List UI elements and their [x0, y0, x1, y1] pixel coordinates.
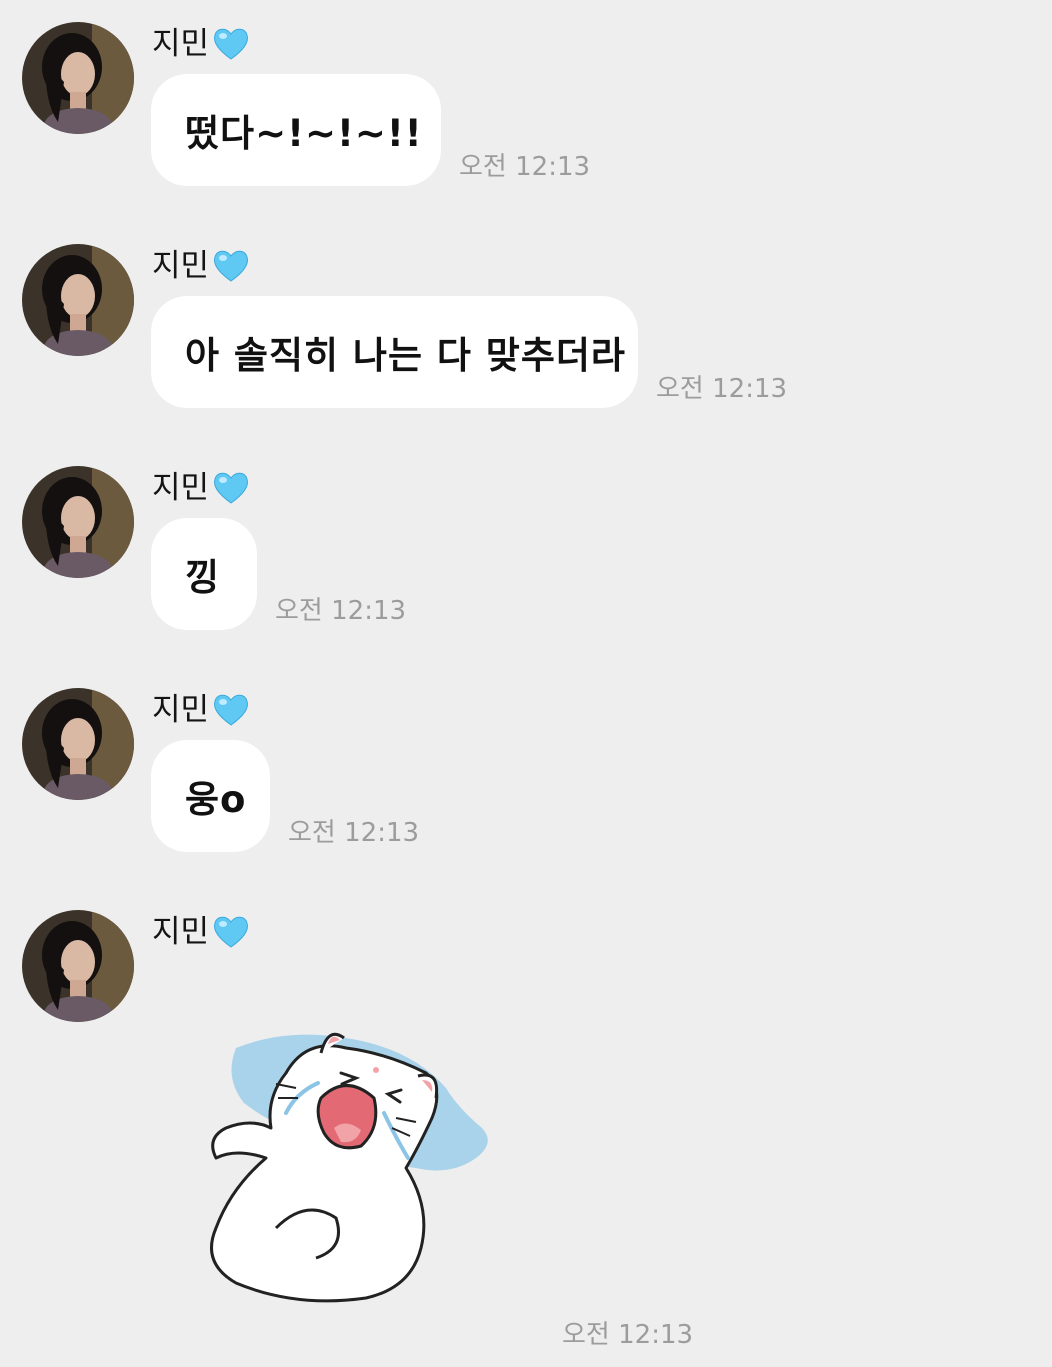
message-timestamp: 오전 12:13	[275, 596, 407, 626]
message-timestamp: 오전 12:13	[656, 374, 788, 404]
avatar[interactable]	[22, 466, 134, 578]
avatar[interactable]	[22, 244, 134, 356]
sender-name: 지민	[152, 914, 210, 950]
message-text: 낑	[185, 556, 221, 599]
message-bubble[interactable]: 낑	[151, 518, 257, 630]
sender-label: 지민	[152, 24, 251, 64]
avatar[interactable]	[22, 910, 134, 1022]
message-text: 웅o	[185, 778, 247, 821]
blue-heart-icon	[211, 468, 251, 508]
blue-heart-icon	[211, 912, 251, 952]
message-timestamp: 오전 12:13	[562, 1320, 694, 1350]
message-bubble[interactable]: 웅o	[151, 740, 270, 852]
message-text: 아 솔직히 나는 다 맞추더라	[185, 334, 626, 377]
message-timestamp: 오전 12:13	[459, 152, 591, 182]
sender-name: 지민	[152, 248, 210, 284]
blue-heart-icon	[211, 690, 251, 730]
message-text: 떴다~!~!~!!	[185, 112, 423, 155]
sender-name: 지민	[152, 26, 210, 62]
sender-label: 지민	[152, 468, 251, 508]
message-bubble[interactable]: 아 솔직히 나는 다 맞추더라	[151, 296, 638, 408]
sender-name: 지민	[152, 692, 210, 728]
blue-heart-icon	[211, 24, 251, 64]
sender-label: 지민	[152, 690, 251, 730]
message-bubble[interactable]: 떴다~!~!~!!	[151, 74, 441, 186]
sender-label: 지민	[152, 246, 251, 286]
crying-cat-sticker[interactable]	[196, 1018, 496, 1308]
blue-heart-icon	[211, 246, 251, 286]
sender-label: 지민	[152, 912, 251, 952]
sender-name: 지민	[152, 470, 210, 506]
avatar[interactable]	[22, 22, 134, 134]
message-timestamp: 오전 12:13	[288, 818, 420, 848]
avatar[interactable]	[22, 688, 134, 800]
